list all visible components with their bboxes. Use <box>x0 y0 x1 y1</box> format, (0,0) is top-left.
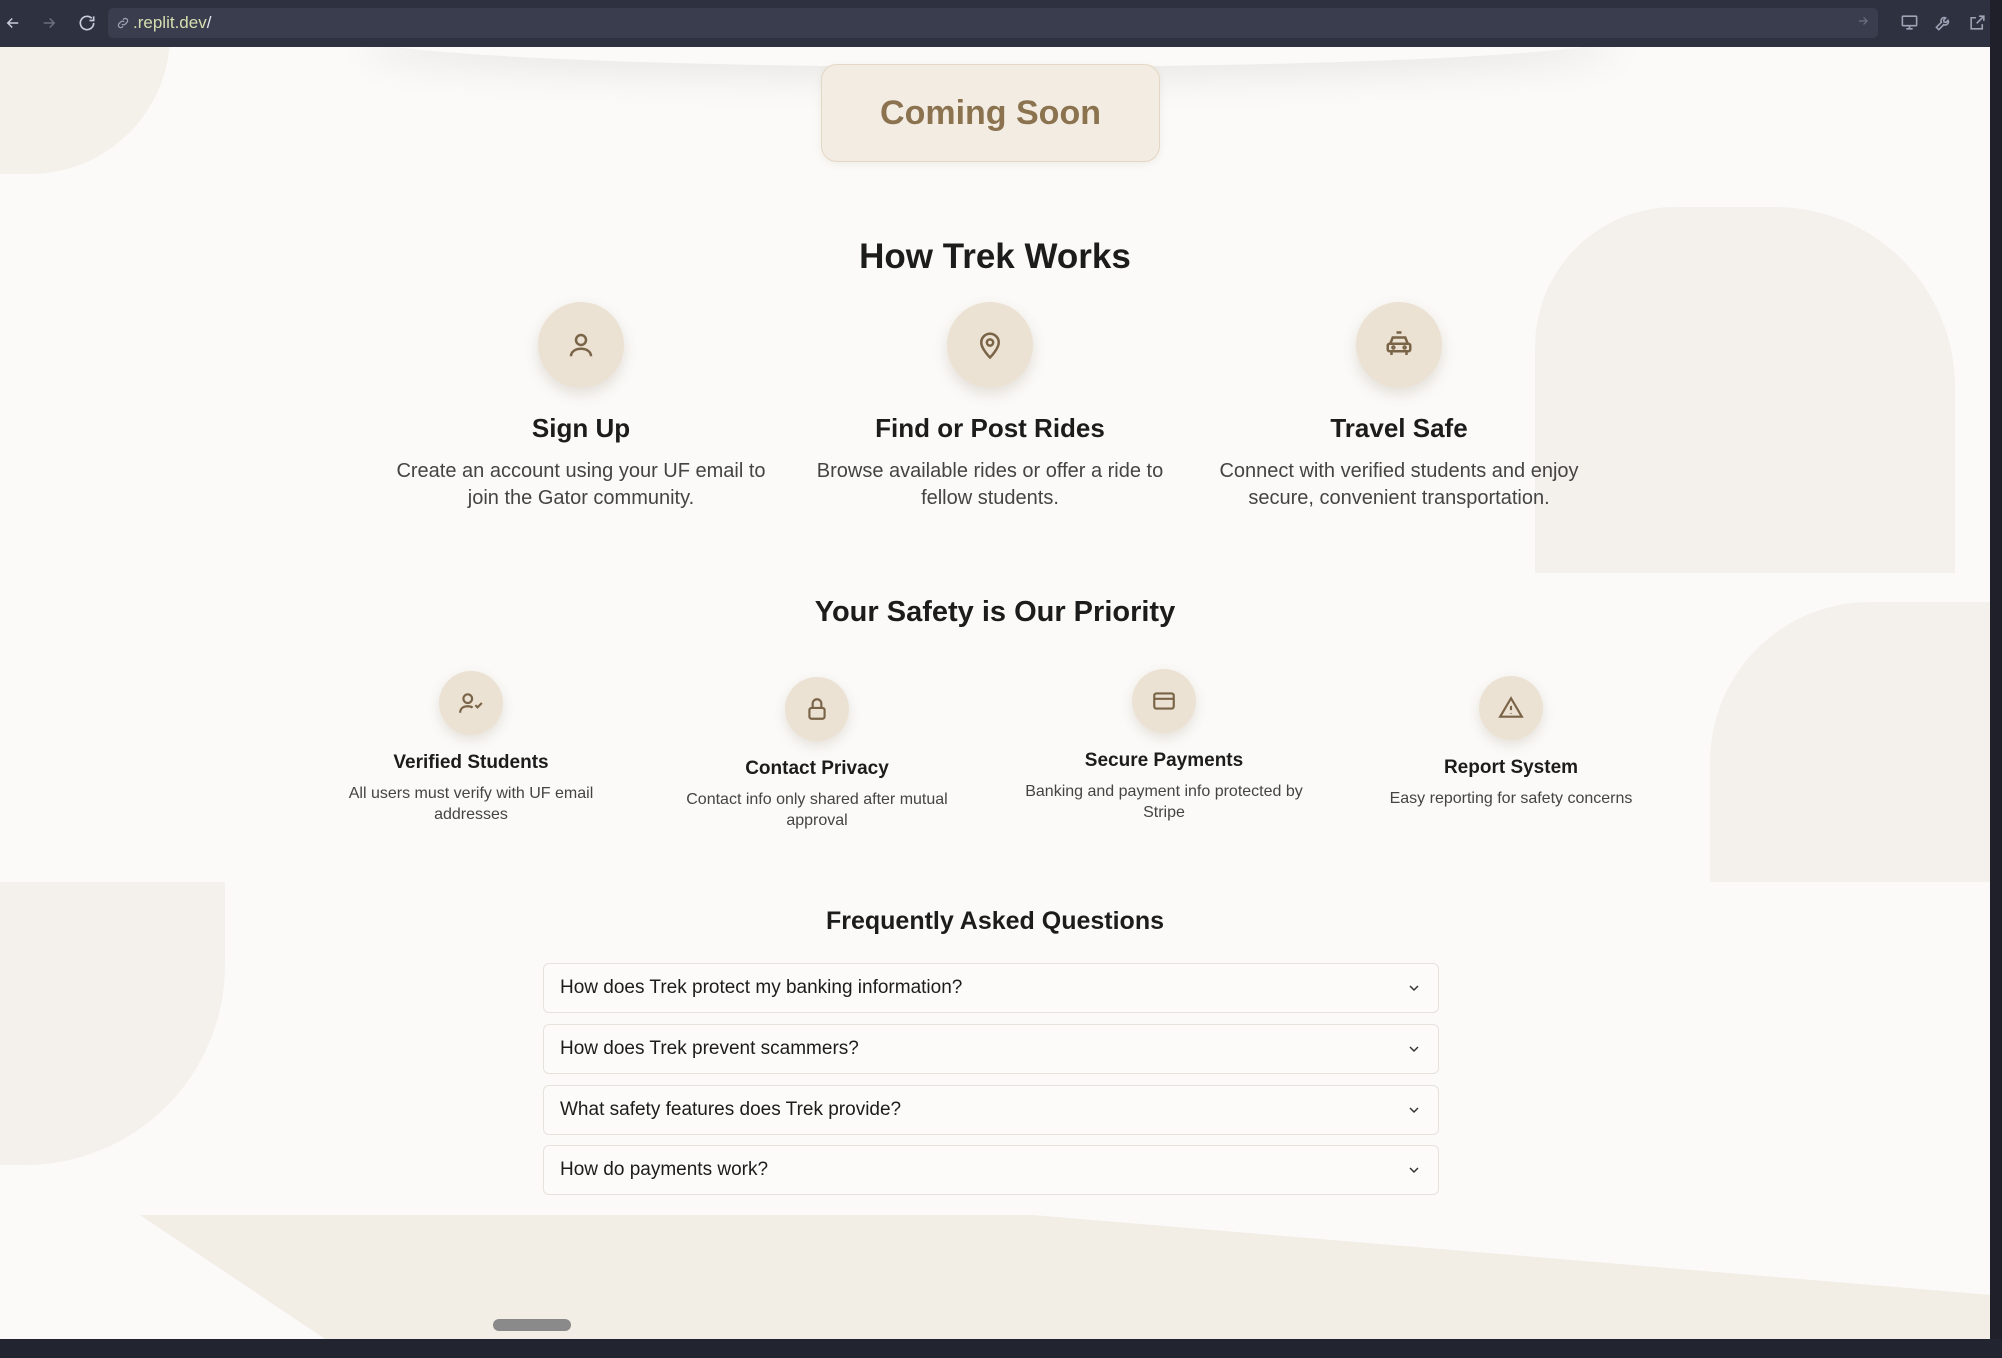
url-path: / <box>206 13 212 32</box>
link-icon <box>116 16 130 30</box>
step-description: Browse available rides or offer a ride t… <box>816 460 1164 509</box>
forward-icon[interactable] <box>32 6 66 40</box>
decorative-shape <box>1710 602 1990 882</box>
faq-item-scammers[interactable]: How does Trek prevent scammers? <box>543 1024 1439 1074</box>
feature-title: Report System <box>1443 757 1579 778</box>
credit-card-icon <box>1132 669 1196 733</box>
feature-description: Easy reporting for safety concerns <box>1389 790 1633 807</box>
chevron-down-icon <box>1406 1041 1422 1063</box>
step-description: Connect with verified students and enjoy… <box>1219 460 1579 509</box>
feature-secure-payments: Secure Payments Banking and payment info… <box>1024 669 1304 823</box>
step-travel-safe: Travel Safe Connect with verified studen… <box>1199 302 1599 512</box>
go-arrow-icon[interactable] <box>1856 13 1870 33</box>
step-description: Create an account using your UF email to… <box>396 460 766 509</box>
lock-icon <box>785 677 849 741</box>
chevron-down-icon <box>1406 1162 1422 1184</box>
url-bar[interactable]: .replit.dev / <box>108 8 1878 38</box>
feature-title: Contact Privacy <box>745 758 889 779</box>
back-icon[interactable] <box>0 6 30 40</box>
feature-verified-students: Verified Students All users must verify … <box>331 671 611 825</box>
faq-question: What safety features does Trek provide? <box>560 1099 902 1120</box>
car-icon <box>1356 302 1442 388</box>
window-bottom-edge <box>0 1339 2002 1358</box>
faq-question: How does Trek protect my banking informa… <box>560 977 963 998</box>
chevron-down-icon <box>1406 980 1422 1002</box>
safety-heading: Your Safety is Our Priority <box>814 596 1176 628</box>
feature-title: Secure Payments <box>1084 750 1244 771</box>
device-preview-icon[interactable] <box>1896 9 1922 35</box>
page-viewport: Coming Soon How Trek Works Sign Up Creat… <box>0 47 1990 1339</box>
horizontal-scrollbar[interactable] <box>493 1319 571 1331</box>
user-icon <box>538 302 624 388</box>
step-title: Find or Post Rides <box>875 413 1105 443</box>
open-new-tab-icon[interactable] <box>1964 9 1990 35</box>
faq-item-banking[interactable]: How does Trek protect my banking informa… <box>543 963 1439 1013</box>
devtools-wrench-icon[interactable] <box>1930 9 1956 35</box>
reload-icon[interactable] <box>70 6 104 40</box>
url-host: .replit.dev <box>133 13 207 32</box>
faq-heading: Frequently Asked Questions <box>825 907 1165 935</box>
faq-question: How do payments work? <box>560 1159 769 1180</box>
step-title: Sign Up <box>531 413 631 443</box>
browser-toolbar: .replit.dev / <box>0 0 1990 47</box>
feature-title: Verified Students <box>393 752 549 773</box>
feature-description: Contact info only shared after mutual ap… <box>686 791 948 829</box>
window-edge <box>1990 0 2002 1358</box>
how-it-works-heading: How Trek Works <box>859 237 1131 276</box>
faq-question: How does Trek prevent scammers? <box>560 1038 859 1059</box>
user-check-icon <box>439 671 503 735</box>
step-sign-up: Sign Up Create an account using your UF … <box>381 302 781 512</box>
chevron-down-icon <box>1406 1102 1422 1124</box>
map-pin-icon <box>947 302 1033 388</box>
decorative-shape <box>140 1215 1990 1339</box>
feature-description: All users must verify with UF email addr… <box>348 785 594 823</box>
faq-item-safety-features[interactable]: What safety features does Trek provide? <box>543 1085 1439 1135</box>
feature-contact-privacy: Contact Privacy Contact info only shared… <box>677 677 957 831</box>
faq-item-payments[interactable]: How do payments work? <box>543 1145 1439 1195</box>
step-find-post-rides: Find or Post Rides Browse available ride… <box>790 302 1190 512</box>
step-title: Travel Safe <box>1330 413 1468 443</box>
feature-description: Banking and payment info protected by St… <box>1025 783 1303 821</box>
decorative-shape <box>0 47 170 174</box>
coming-soon-badge: Coming Soon <box>821 64 1160 162</box>
feature-report-system: Report System Easy reporting for safety … <box>1371 676 1651 809</box>
alert-triangle-icon <box>1479 676 1543 740</box>
